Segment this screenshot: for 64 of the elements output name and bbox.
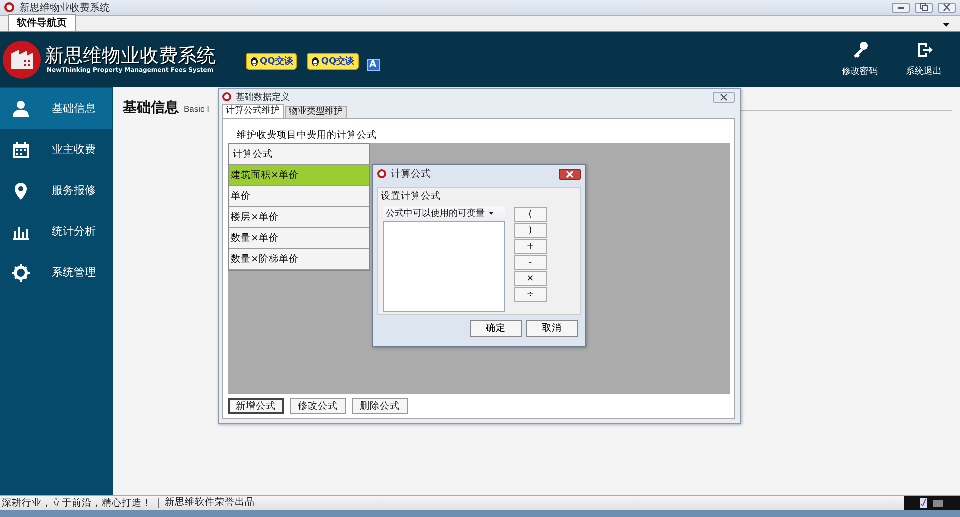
document-icon — [920, 498, 927, 508]
app-icon — [4, 2, 15, 13]
header-action[interactable]: 系统退出 — [896, 41, 952, 78]
dropdown-arrow-icon[interactable] — [943, 23, 950, 27]
operator-button[interactable]: ( — [514, 207, 547, 222]
nav-tab[interactable]: 软件导航页 — [8, 14, 76, 31]
header-action[interactable]: 修改密码 — [832, 41, 888, 78]
group-label: 设置计算公式 — [381, 190, 442, 203]
restore-button[interactable] — [915, 2, 933, 12]
location-pin-icon — [12, 182, 30, 200]
close-icon — [566, 170, 574, 178]
app-icon — [377, 169, 387, 179]
app-icon — [222, 92, 232, 102]
window-title: 新思维物业收费系统 — [20, 2, 110, 14]
dialog-button[interactable]: 确定 — [470, 320, 522, 337]
formula-input[interactable] — [383, 221, 505, 312]
penguin-icon — [250, 56, 259, 66]
sidebar-item[interactable]: 统计分析 — [0, 211, 112, 252]
user-icon — [12, 100, 30, 118]
operator-button[interactable]: ÷ — [514, 287, 547, 302]
action-button[interactable]: 修改公式 — [290, 398, 346, 414]
sidebar-item[interactable]: 基础信息 — [0, 88, 112, 129]
action-button[interactable]: 删除公式 — [352, 398, 408, 414]
dialog-title: 计算公式 — [391, 168, 431, 181]
chat-badge[interactable]: QQ交谈 — [246, 53, 298, 70]
close-icon — [942, 3, 952, 12]
chat-badge[interactable]: QQ交谈 — [307, 53, 359, 70]
dialog-tab[interactable]: 计算公式维护 — [222, 104, 284, 118]
operator-button[interactable]: × — [514, 271, 547, 286]
minimize-button[interactable] — [892, 2, 910, 12]
list-row[interactable]: 楼层×单价 — [229, 207, 369, 228]
logo-icon — [2, 40, 42, 80]
list-row[interactable]: 单价 — [229, 186, 369, 207]
list-row[interactable]: 建筑面积×单价 — [229, 165, 369, 186]
dialog-button[interactable]: 取消 — [526, 320, 578, 337]
operator-button[interactable]: ) — [514, 223, 547, 238]
caret-icon — [489, 212, 494, 215]
settings-icon — [12, 264, 30, 282]
sidebar-item[interactable]: 系统管理 — [0, 252, 112, 293]
close-button[interactable] — [938, 2, 956, 12]
page-subtitle: Basic I — [184, 104, 210, 114]
exit-icon — [915, 41, 933, 59]
sidebar-item[interactable]: 业主收费 — [0, 129, 112, 170]
language-badge[interactable]: A — [366, 58, 380, 70]
dialog-title: 基础数据定义 — [236, 92, 290, 104]
restore-icon — [919, 3, 929, 12]
list-row[interactable]: 数量×单价 — [229, 228, 369, 249]
status-text: 新思维软件荣誉出品 — [158, 498, 255, 508]
page-title: 基础信息 — [123, 99, 179, 117]
sidebar-item[interactable]: 服务报修 — [0, 170, 112, 211]
operator-button[interactable]: + — [514, 239, 547, 254]
close-button[interactable] — [559, 168, 581, 180]
action-button[interactable]: 新增公式 — [228, 398, 284, 414]
penguin-icon — [311, 56, 320, 66]
operator-button[interactable]: - — [514, 255, 547, 270]
variables-dropdown[interactable]: 公式中可以使用的可变量 — [383, 206, 505, 221]
calendar-icon — [12, 140, 30, 158]
dialog-description: 维护收费项目中费用的计算公式 — [236, 129, 378, 143]
dialog-tab[interactable]: 物业类型维护 — [285, 106, 347, 118]
app-title: 新思维物业收费系统 — [45, 45, 216, 67]
close-icon — [720, 94, 728, 100]
close-button[interactable] — [713, 92, 735, 102]
status-text: 深耕行业，立于前沿，精心打造！ — [2, 496, 152, 510]
list-row[interactable]: 数量×阶梯单价 — [229, 249, 369, 270]
